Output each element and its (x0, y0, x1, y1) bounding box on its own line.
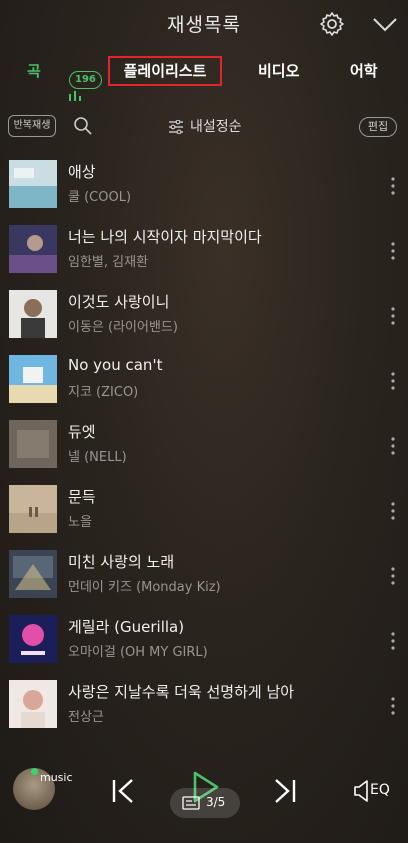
song-title: 애상 (68, 163, 96, 181)
song-artist: 넬 (NELL) (68, 450, 127, 465)
song-artist: 먼데이 키즈 (Monday Kiz) (68, 580, 221, 595)
song-title: 미친 사랑의 노래 (68, 553, 175, 571)
more-options-icon[interactable] (389, 241, 397, 261)
tab-video[interactable]: 비디오 (258, 60, 299, 81)
song-title: 듀엣 (68, 423, 96, 441)
avatar-label: music (40, 771, 73, 784)
album-art-thumbnail (9, 615, 57, 663)
album-art-thumbnail (9, 290, 57, 338)
list-item[interactable]: 게릴라 (Guerilla) 오마이걸 (OH MY GIRL) (0, 607, 408, 672)
song-title: 너는 나의 시작이자 마지막이다 (68, 228, 262, 246)
previous-track-icon[interactable] (110, 777, 138, 805)
more-options-icon[interactable] (389, 306, 397, 326)
list-toolbar: 반복재생 내설정순 편집 (0, 112, 408, 142)
more-options-icon[interactable] (389, 436, 397, 456)
album-art-thumbnail (9, 225, 57, 273)
list-item[interactable]: 사랑은 지날수록 더욱 선명하게 남아 전상근 (0, 672, 408, 737)
list-item[interactable]: 애상 쿨 (COOL) (0, 152, 408, 217)
song-artist: 전상근 (68, 710, 104, 725)
page-title: 재생목록 (167, 14, 241, 36)
eq-button[interactable]: EQ (353, 776, 393, 806)
page-indicator[interactable]: 3/5 (170, 788, 240, 818)
album-art-thumbnail (9, 160, 57, 208)
song-artist: 노을 (68, 515, 92, 530)
song-title: 사랑은 지날수록 더욱 선명하게 남아 (68, 683, 295, 701)
edit-button[interactable]: 편집 (359, 117, 397, 137)
next-track-icon[interactable] (270, 777, 298, 805)
songs-count-badge: 196 (69, 71, 102, 89)
search-icon[interactable] (73, 116, 93, 136)
equalizer-bars-icon (69, 91, 81, 101)
more-options-icon[interactable] (389, 631, 397, 651)
list-item[interactable]: No you can't 지코 (ZICO) (0, 347, 408, 412)
more-options-icon[interactable] (389, 176, 397, 196)
header: 재생목록 (0, 0, 408, 46)
album-art-thumbnail (9, 550, 57, 598)
sort-control[interactable]: 내설정순 (168, 116, 242, 136)
list-item[interactable]: 너는 나의 시작이자 마지막이다 임한별, 김재환 (0, 217, 408, 282)
song-title: 문득 (68, 488, 96, 506)
song-artist: 쿨 (COOL) (68, 190, 132, 205)
tab-bar: 곡 196 플레이리스트 비디오 어학 (0, 52, 408, 101)
song-title: No you can't (68, 356, 163, 374)
album-art-thumbnail (9, 420, 57, 468)
list-item[interactable]: 문득 노을 (0, 477, 408, 542)
tab-songs[interactable]: 곡 196 (27, 60, 102, 101)
song-artist: 임한별, 김재환 (68, 255, 149, 270)
sort-label: 내설정순 (190, 119, 242, 135)
song-artist: 지코 (ZICO) (68, 385, 139, 400)
tab-songs-label: 곡 (27, 62, 41, 80)
song-title: 이것도 사랑이니 (68, 293, 170, 311)
tab-language[interactable]: 어학 (350, 60, 378, 81)
chevron-down-icon[interactable] (370, 12, 400, 36)
list-item[interactable]: 듀엣 넬 (NELL) (0, 412, 408, 477)
page-indicator-text: 3/5 (206, 795, 226, 809)
more-options-icon[interactable] (389, 371, 397, 391)
song-title: 게릴라 (Guerilla) (68, 618, 185, 636)
player-bar: music EQ 3/5 (0, 752, 408, 843)
tab-playlist[interactable]: 플레이리스트 (108, 56, 222, 86)
album-art-thumbnail (9, 485, 57, 533)
music-indicator-dot (31, 768, 38, 775)
playlist-card-icon (182, 796, 200, 810)
more-options-icon[interactable] (389, 566, 397, 586)
album-art-thumbnail (9, 355, 57, 403)
album-art-thumbnail (9, 680, 57, 728)
more-options-icon[interactable] (389, 501, 397, 521)
speaker-icon (354, 780, 368, 802)
more-options-icon[interactable] (389, 696, 397, 716)
gear-icon[interactable] (318, 10, 346, 38)
list-item[interactable]: 미친 사랑의 노래 먼데이 키즈 (Monday Kiz) (0, 542, 408, 607)
repeat-button[interactable]: 반복재생 (8, 115, 56, 137)
sort-icon (169, 119, 183, 135)
list-item[interactable]: 이것도 사랑이니 이동은 (라이어밴드) (0, 282, 408, 347)
song-artist: 이동은 (라이어밴드) (68, 320, 178, 335)
song-artist: 오마이걸 (OH MY GIRL) (68, 645, 208, 660)
eq-label: EQ (370, 782, 390, 798)
